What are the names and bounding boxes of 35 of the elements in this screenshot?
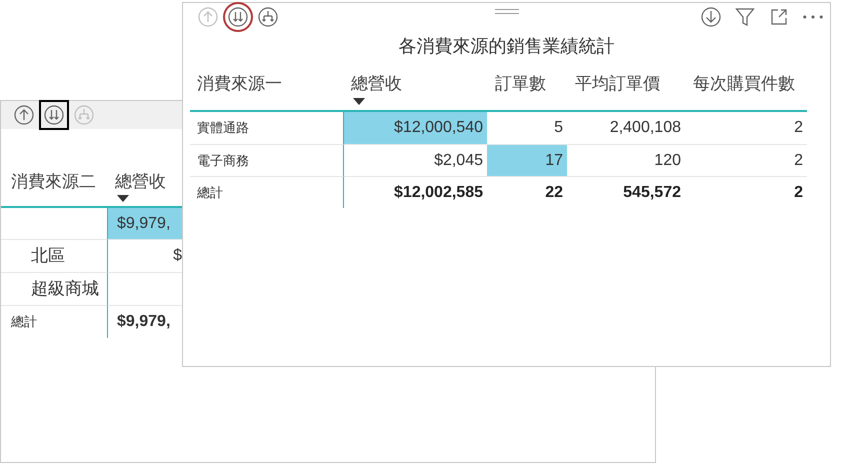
toolbar-button[interactable] xyxy=(734,6,756,28)
table-cell-text: $9,979, xyxy=(116,312,172,332)
row-label: 北區 xyxy=(31,245,65,268)
expand-icon xyxy=(769,7,789,27)
table-cell: 2 xyxy=(685,144,807,176)
row-label: 總計 xyxy=(197,184,223,202)
table-cell: 17 xyxy=(487,144,567,176)
table-cell: 2,400,108 xyxy=(567,110,685,144)
toolbar-button[interactable] xyxy=(225,4,251,30)
table-cell: 2 xyxy=(685,110,807,144)
more-icon xyxy=(803,15,823,19)
column-header[interactable]: 總營收 xyxy=(351,71,487,96)
column-header[interactable]: 平均訂單價 xyxy=(575,71,685,96)
column-header[interactable]: 訂單數 xyxy=(495,71,567,96)
table-cell: $12,000,540 xyxy=(343,110,487,144)
grip-handle[interactable] xyxy=(495,9,519,14)
table-cell: 545,572 xyxy=(567,176,685,208)
table-cell: 2 xyxy=(685,176,807,208)
row-label: 總計 xyxy=(11,313,37,332)
row-label: 實體通路 xyxy=(197,119,249,138)
toolbar-button[interactable] xyxy=(41,102,67,128)
filter-icon xyxy=(735,7,755,27)
chart-title: 各消費來源的銷售業績統計 xyxy=(398,35,616,58)
table-cell: $12,002,585 xyxy=(343,176,487,208)
column-header[interactable]: 消費來源二 xyxy=(11,168,107,194)
toolbar-button[interactable] xyxy=(700,6,722,28)
column-header[interactable]: 消費來源一 xyxy=(197,71,343,96)
table-cell-text: $ xyxy=(172,246,182,266)
column-header[interactable]: 每次購買件數 xyxy=(693,71,807,96)
table-cell: 22 xyxy=(487,176,567,208)
row-label: 電子商務 xyxy=(197,152,249,170)
table-cell: $9,979, xyxy=(108,208,182,239)
column-header[interactable]: 總營收 xyxy=(115,168,182,194)
row-label: 超級商城 xyxy=(31,278,99,300)
table-cell: 120 xyxy=(567,144,685,176)
